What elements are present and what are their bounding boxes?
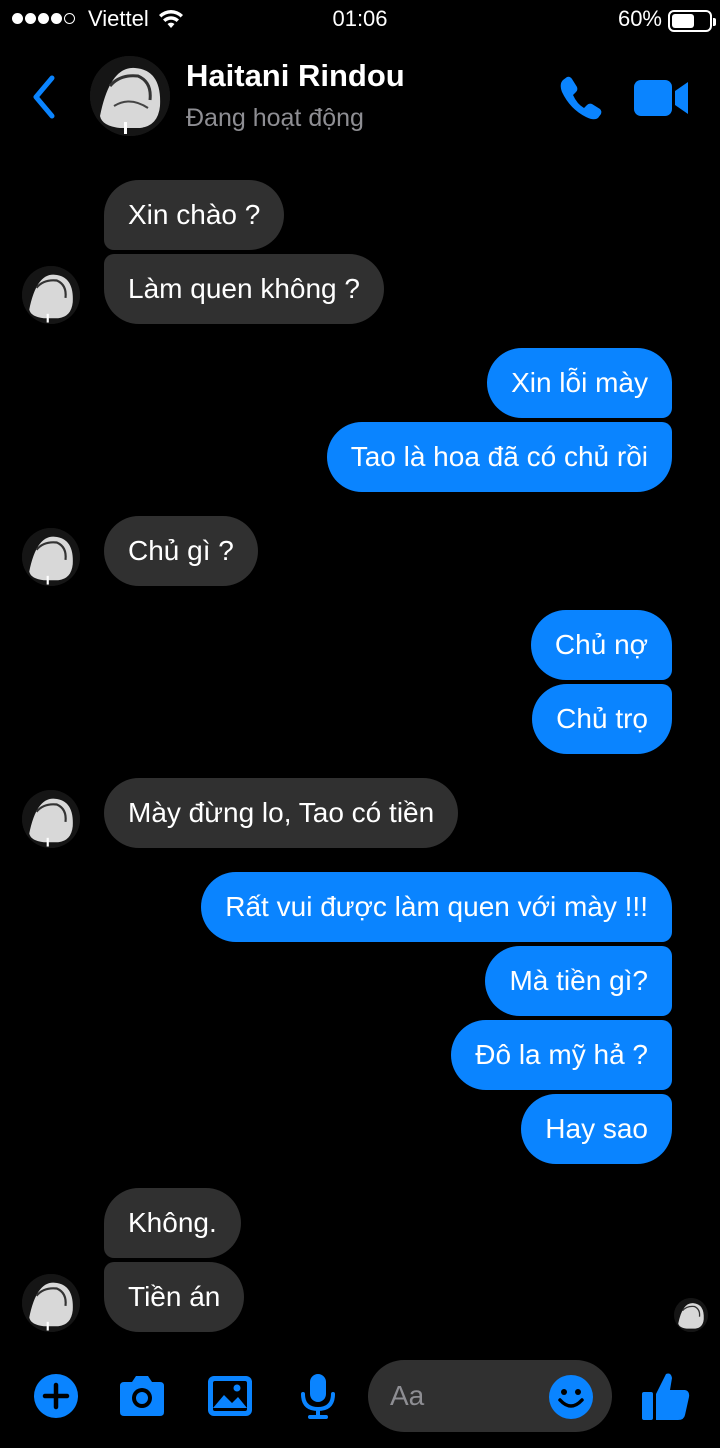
sender-avatar[interactable] (22, 528, 80, 586)
sender-avatar[interactable] (22, 1274, 80, 1332)
image-icon (208, 1376, 252, 1416)
message-incoming[interactable]: Tiền án (104, 1262, 245, 1332)
message-outgoing[interactable]: Rất vui được làm quen với mày !!! (201, 872, 672, 942)
clock: 01:06 (332, 6, 388, 31)
message-incoming[interactable]: Chủ gì ? (104, 516, 258, 586)
active-status: Đang hoạt động (186, 104, 364, 132)
phone-icon (560, 76, 602, 120)
battery-icon (668, 10, 716, 32)
like-button[interactable] (638, 1368, 694, 1424)
message-outgoing[interactable]: Chủ nợ (530, 610, 672, 680)
video-call-button[interactable] (632, 76, 692, 120)
voice-record-button[interactable] (292, 1370, 344, 1422)
composer-toolbar (0, 1356, 720, 1440)
emoji-icon (549, 1375, 593, 1419)
contact-avatar[interactable] (90, 56, 170, 136)
message-input[interactable] (390, 1360, 550, 1432)
thumbs-up-icon (642, 1373, 690, 1420)
message-outgoing[interactable]: Đô la mỹ hả ? (451, 1020, 672, 1090)
battery-level (672, 14, 694, 28)
read-receipt-avatar (674, 1298, 708, 1332)
plus-icon (34, 1374, 78, 1418)
message-incoming[interactable]: Làm quen không ? (104, 254, 384, 324)
sender-avatar[interactable] (22, 790, 80, 848)
battery-percentage: 60% (617, 6, 662, 31)
message-outgoing[interactable]: Xin lỗi mày (487, 348, 672, 418)
call-button[interactable] (556, 72, 606, 122)
emoji-button[interactable] (548, 1374, 594, 1420)
avatar-image (90, 56, 170, 136)
contact-name[interactable]: Haitani Rindou (186, 58, 405, 94)
back-chevron-icon (33, 75, 55, 119)
sender-avatar[interactable] (22, 266, 80, 324)
message-outgoing[interactable]: Hay sao (521, 1094, 672, 1164)
message-incoming[interactable]: Xin chào ? (104, 180, 285, 250)
message-outgoing[interactable]: Chủ trọ (532, 684, 672, 754)
microphone-icon (301, 1374, 335, 1419)
camera-icon (120, 1376, 164, 1416)
message-incoming[interactable]: Mày đừng lo, Tao có tiền (104, 778, 459, 848)
back-button[interactable] (26, 72, 66, 122)
message-outgoing[interactable]: Tao là hoa đã có chủ rồi (326, 422, 672, 492)
video-camera-icon (634, 80, 688, 116)
status-bar: Viettel 01:06 60% (0, 0, 720, 42)
more-actions-button[interactable] (30, 1370, 82, 1422)
gallery-button[interactable] (204, 1370, 256, 1422)
message-incoming[interactable]: Không. (104, 1188, 241, 1258)
conversation-header: Haitani Rindou Đang hoạt động (0, 42, 720, 152)
message-composer (368, 1360, 612, 1432)
message-outgoing[interactable]: Mà tiền gì? (485, 946, 672, 1016)
camera-button[interactable] (116, 1370, 168, 1422)
